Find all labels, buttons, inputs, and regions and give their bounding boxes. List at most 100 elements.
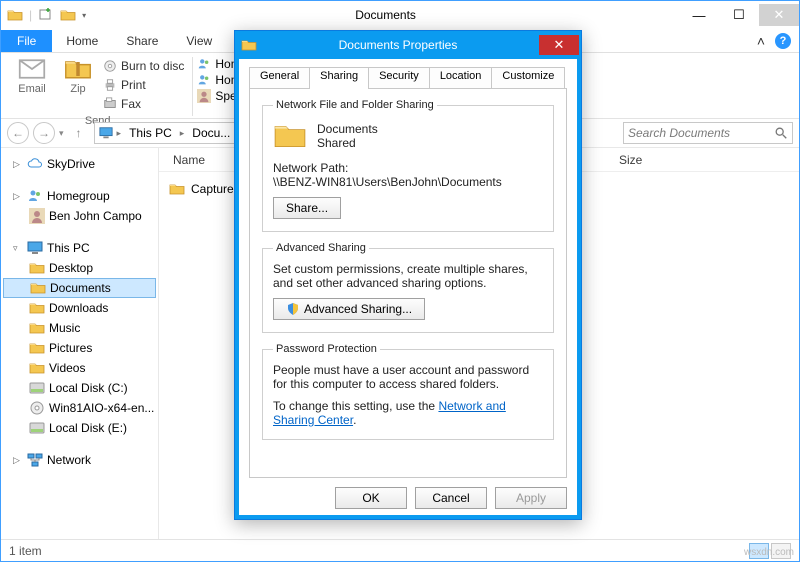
tree-skydrive[interactable]: ▷SkyDrive xyxy=(3,154,156,174)
folder-icon xyxy=(7,7,23,23)
maximize-button[interactable]: ☐ xyxy=(719,4,759,26)
properties-dialog: Documents Properties ✕ General Sharing S… xyxy=(234,30,582,520)
people-icon xyxy=(27,188,43,204)
tree-desktop[interactable]: Desktop xyxy=(3,258,156,278)
folder-icon xyxy=(241,37,257,53)
shield-icon xyxy=(286,302,300,316)
folder-icon xyxy=(29,340,45,356)
sharing-panel: Network File and Folder Sharing Document… xyxy=(249,88,567,478)
folder-icon xyxy=(273,119,307,153)
status-bar: 1 item xyxy=(1,539,799,561)
tree-win81aio[interactable]: Win81AIO-x64-en... xyxy=(3,398,156,418)
tree-videos[interactable]: Videos xyxy=(3,358,156,378)
tree-homegroup[interactable]: ▷Homegroup xyxy=(3,186,156,206)
network-path-label: Network Path: xyxy=(273,161,543,175)
disk-icon xyxy=(29,420,45,436)
tab-view[interactable]: View xyxy=(172,30,226,52)
tab-sharing[interactable]: Sharing xyxy=(309,67,369,89)
title-bar: | ▾ Documents — ☐ ✕ xyxy=(1,1,799,29)
burn-button[interactable]: Burn to disc xyxy=(103,57,184,75)
network-sharing-group: Network File and Folder Sharing Document… xyxy=(262,99,554,232)
printer-icon xyxy=(103,78,117,92)
ok-button[interactable]: OK xyxy=(335,487,407,509)
nav-pane: ▷SkyDrive ▷Homegroup Ben John Campo ▿Thi… xyxy=(1,148,159,539)
folder-icon xyxy=(29,360,45,376)
advanced-sharing-button[interactable]: Advanced Sharing... xyxy=(273,298,425,320)
people-icon xyxy=(197,57,211,71)
tree-local-e[interactable]: Local Disk (E:) xyxy=(3,418,156,438)
up-button[interactable]: ↑ xyxy=(68,122,90,144)
collapse-ribbon-icon[interactable]: ˄ xyxy=(757,33,765,49)
recent-dropdown-icon[interactable]: ▾ xyxy=(59,128,64,139)
folder-icon xyxy=(29,260,45,276)
advanced-sharing-text: Set custom permissions, create multiple … xyxy=(273,262,543,290)
search-input[interactable]: Search Documents xyxy=(623,122,793,144)
folder-icon xyxy=(30,280,46,296)
tree-documents[interactable]: Documents xyxy=(3,278,156,298)
envelope-icon xyxy=(17,55,47,83)
disk-icon xyxy=(29,380,45,396)
share-button[interactable]: Share... xyxy=(273,197,341,219)
new-folder-icon[interactable] xyxy=(38,7,54,23)
tree-local-c[interactable]: Local Disk (C:) xyxy=(3,378,156,398)
dialog-title: Documents Properties xyxy=(257,38,539,52)
cloud-icon xyxy=(27,156,43,172)
tab-customize[interactable]: Customize xyxy=(491,67,565,89)
fax-icon xyxy=(103,97,117,111)
tree-downloads[interactable]: Downloads xyxy=(3,298,156,318)
folder-icon xyxy=(29,320,45,336)
monitor-icon xyxy=(27,240,43,256)
fax-button[interactable]: Fax xyxy=(103,95,184,113)
zip-button[interactable]: Zip xyxy=(57,55,99,113)
back-button[interactable]: ← xyxy=(7,122,29,144)
tab-location[interactable]: Location xyxy=(429,67,493,89)
status-count: 1 item xyxy=(9,544,42,558)
search-icon xyxy=(774,126,788,140)
help-icon[interactable]: ? xyxy=(775,33,791,49)
shared-folder-name: Documents xyxy=(317,122,378,136)
disc-icon xyxy=(29,400,45,416)
folder-icon xyxy=(29,300,45,316)
print-button[interactable]: Print xyxy=(103,76,184,94)
minimize-button[interactable]: — xyxy=(679,4,719,26)
tab-file[interactable]: File xyxy=(1,30,52,52)
forward-button[interactable]: → xyxy=(33,122,55,144)
advanced-sharing-group: Advanced Sharing Set custom permissions,… xyxy=(262,242,554,333)
watermark: wsxdn.com xyxy=(744,547,794,558)
dialog-close-button[interactable]: ✕ xyxy=(539,35,579,55)
dialog-title-bar[interactable]: Documents Properties ✕ xyxy=(235,31,581,59)
avatar-icon xyxy=(29,208,45,224)
password-protection-group: Password Protection People must have a u… xyxy=(262,343,554,440)
tab-home[interactable]: Home xyxy=(52,30,112,52)
tab-share[interactable]: Share xyxy=(112,30,172,52)
breadcrumb[interactable]: ▸ This PC▸ Docu... xyxy=(94,122,240,144)
tree-homegroup-user[interactable]: Ben John Campo xyxy=(3,206,156,226)
network-path-value: \\BENZ-WIN81\Users\BenJohn\Documents xyxy=(273,175,543,189)
cancel-button[interactable]: Cancel xyxy=(415,487,487,509)
dialog-tabs: General Sharing Security Location Custom… xyxy=(249,67,567,89)
window-title: Documents xyxy=(92,8,679,22)
folder-icon xyxy=(169,181,185,197)
tab-security[interactable]: Security xyxy=(368,67,430,89)
search-placeholder: Search Documents xyxy=(628,126,730,140)
password-text: People must have a user account and pass… xyxy=(273,363,543,391)
tree-thispc[interactable]: ▿This PC xyxy=(3,238,156,258)
close-button[interactable]: ✕ xyxy=(759,4,799,26)
network-icon xyxy=(27,452,43,468)
tree-music[interactable]: Music xyxy=(3,318,156,338)
email-button[interactable]: Email xyxy=(11,55,53,113)
monitor-icon xyxy=(99,126,113,140)
shared-state: Shared xyxy=(317,136,378,150)
tree-network[interactable]: ▷Network xyxy=(3,450,156,470)
folder-icon[interactable] xyxy=(60,7,76,23)
apply-button[interactable]: Apply xyxy=(495,487,567,509)
people-icon xyxy=(197,73,211,87)
qat-dropdown-icon[interactable]: ▾ xyxy=(82,11,86,20)
qat-separator: | xyxy=(29,8,32,22)
disc-icon xyxy=(103,59,117,73)
avatar-icon xyxy=(197,89,211,103)
dialog-buttons: OK Cancel Apply xyxy=(249,479,567,509)
tree-pictures[interactable]: Pictures xyxy=(3,338,156,358)
zip-icon xyxy=(63,55,93,83)
tab-general[interactable]: General xyxy=(249,67,310,89)
